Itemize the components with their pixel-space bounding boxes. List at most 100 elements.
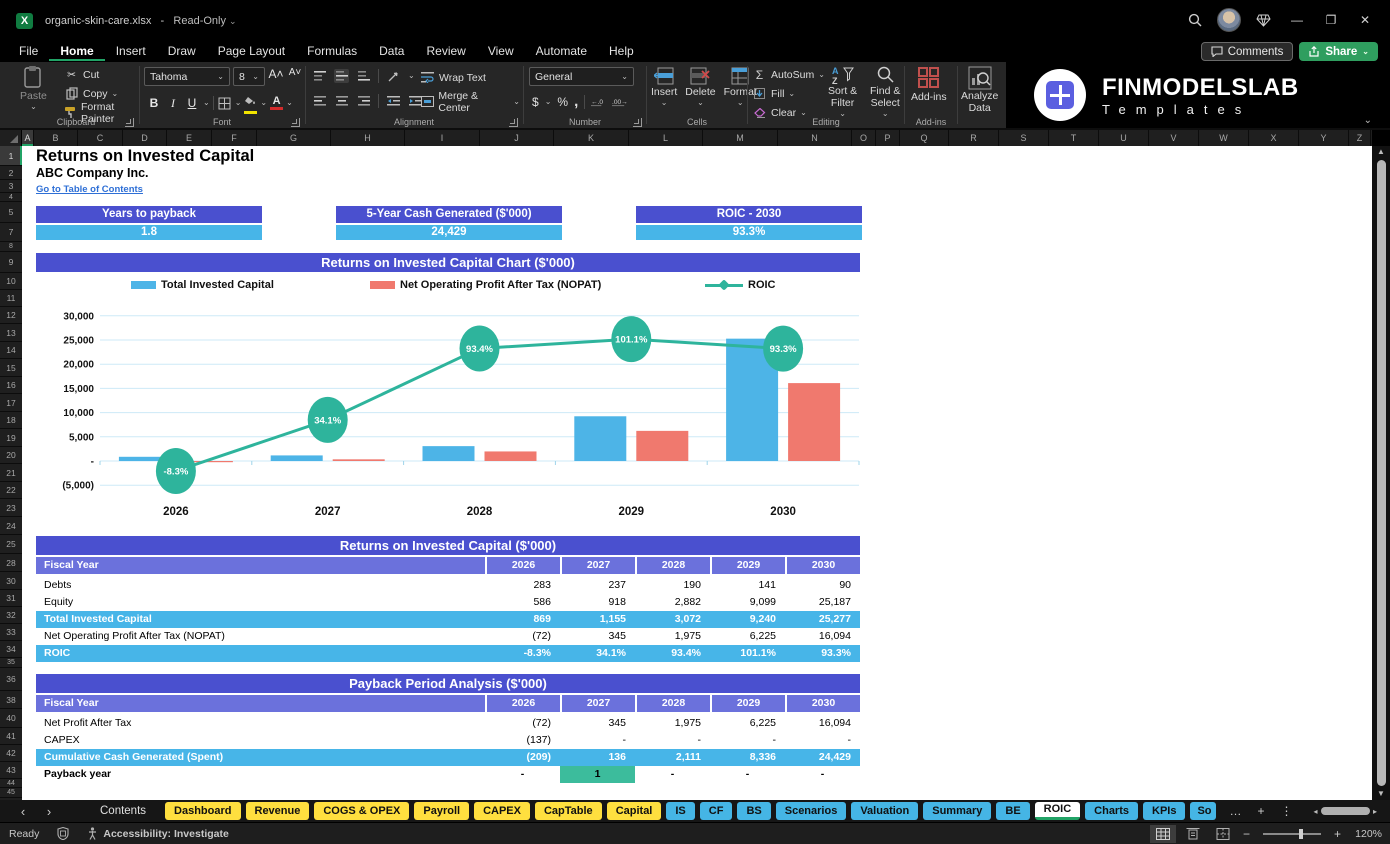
currency-button[interactable]: $ — [532, 95, 539, 109]
table-header-year[interactable]: 2027 — [560, 557, 635, 574]
sheet-tab-roic[interactable]: ROIC — [1034, 802, 1081, 820]
column-header-U[interactable]: U — [1099, 130, 1149, 146]
table-header-year[interactable]: 2026 — [485, 557, 560, 574]
table-header-year[interactable]: 2029 — [710, 695, 785, 712]
row-header-23[interactable]: 23 — [0, 499, 22, 517]
table-header-year[interactable]: 2027 — [560, 695, 635, 712]
row-header-12[interactable]: 12 — [0, 307, 22, 324]
cell[interactable]: 24,429 — [785, 749, 860, 766]
autosum-button[interactable]: Σ AutoSum ⌄ — [752, 66, 825, 83]
cell[interactable]: 283 — [485, 577, 560, 594]
menu-data[interactable]: Data — [368, 41, 415, 61]
trust-shield-icon[interactable] — [48, 827, 78, 840]
column-header-I[interactable]: I — [405, 130, 480, 146]
cell[interactable]: 1 — [560, 766, 635, 783]
increase-font-icon[interactable]: A˄ — [268, 67, 284, 86]
analyze-data-button[interactable]: Analyze Data — [961, 66, 998, 114]
zoom-in-button[interactable]: + — [1331, 827, 1344, 841]
cell[interactable]: -8.3% — [485, 645, 560, 662]
cell[interactable]: 345 — [560, 628, 635, 645]
decrease-font-icon[interactable]: A˅ — [287, 67, 303, 86]
underline-button[interactable]: U — [184, 96, 200, 110]
scroll-left-icon[interactable]: ◂ — [1310, 807, 1320, 816]
sheet-tab-charts[interactable]: Charts — [1085, 802, 1138, 820]
bold-button[interactable]: B — [146, 96, 162, 110]
column-header-G[interactable]: G — [257, 130, 331, 146]
horizontal-scrollbar[interactable]: ◂ ▸ — [1310, 805, 1380, 817]
align-left-icon[interactable] — [312, 94, 327, 108]
row-header-30[interactable]: 30 — [0, 572, 22, 590]
row-header-25[interactable]: 25 — [0, 535, 22, 554]
sheet-tab-capital[interactable]: Capital — [606, 802, 662, 820]
align-bottom-icon[interactable] — [356, 69, 371, 83]
row-header-42[interactable]: 42 — [0, 745, 22, 762]
insert-cells-button[interactable]: Insert ⌄ — [651, 67, 677, 107]
scroll-up-icon[interactable]: ▲ — [1377, 146, 1385, 158]
next-sheet-arrow[interactable]: › — [36, 804, 62, 819]
column-header-V[interactable]: V — [1149, 130, 1199, 146]
cell[interactable]: 1,155 — [560, 611, 635, 628]
row-header-19[interactable]: 19 — [0, 429, 22, 447]
column-header-Y[interactable]: Y — [1299, 130, 1349, 146]
row-header-7[interactable]: 7 — [0, 223, 22, 242]
cell[interactable]: 2,111 — [635, 749, 710, 766]
cell[interactable]: 8,336 — [710, 749, 785, 766]
menu-formulas[interactable]: Formulas — [296, 41, 368, 61]
scroll-right-icon[interactable]: ▸ — [1370, 807, 1380, 816]
chevron-down-icon[interactable]: ⌄ — [235, 99, 242, 107]
sheet-tab-contents[interactable]: Contents — [86, 802, 160, 820]
zoom-out-button[interactable]: − — [1240, 827, 1253, 841]
row-header-14[interactable]: 14 — [0, 342, 22, 359]
sheet-tab-bs[interactable]: BS — [737, 802, 771, 820]
column-header-W[interactable]: W — [1199, 130, 1249, 146]
cell[interactable]: - — [710, 732, 785, 749]
menu-insert[interactable]: Insert — [105, 41, 157, 61]
column-header-R[interactable]: R — [949, 130, 999, 146]
sheet-tab-dashboard[interactable]: Dashboard — [165, 802, 241, 820]
cell[interactable]: 136 — [560, 749, 635, 766]
row-label[interactable]: Net Profit After Tax — [36, 715, 485, 732]
column-header-L[interactable]: L — [629, 130, 703, 146]
cell[interactable]: 6,225 — [710, 715, 785, 732]
row-header-9[interactable]: 9 — [0, 252, 22, 273]
cell[interactable]: 9,099 — [710, 594, 785, 611]
row-header-40[interactable]: 40 — [0, 709, 22, 728]
column-header-B[interactable]: B — [34, 130, 78, 146]
row-header-24[interactable]: 24 — [0, 517, 22, 535]
decrease-decimal-icon[interactable]: .00→ — [612, 95, 627, 109]
cell[interactable]: - — [635, 766, 710, 783]
delete-cells-button[interactable]: Delete ⌄ — [685, 67, 716, 107]
cell[interactable]: 25,187 — [785, 594, 860, 611]
cell[interactable]: 6,225 — [710, 628, 785, 645]
row-header-15[interactable]: 15 — [0, 359, 22, 377]
percent-button[interactable]: % — [557, 95, 568, 109]
row-header-44[interactable]: 44 — [0, 779, 22, 788]
chevron-down-icon[interactable]: ⌄ — [286, 99, 293, 107]
cell[interactable]: (209) — [485, 749, 560, 766]
orientation-button[interactable] — [386, 69, 401, 83]
align-center-icon[interactable] — [334, 94, 349, 108]
cell[interactable]: 586 — [485, 594, 560, 611]
cell[interactable]: (72) — [485, 715, 560, 732]
new-sheet-button[interactable]: + — [1249, 804, 1272, 818]
row-header-21[interactable]: 21 — [0, 464, 22, 482]
row-header-45[interactable]: 45 — [0, 788, 22, 798]
kpi-value[interactable]: 93.3% — [636, 225, 862, 240]
sheet-tab-cf[interactable]: CF — [699, 802, 733, 820]
page-break-view-button[interactable] — [1210, 825, 1236, 843]
cell[interactable]: - — [560, 732, 635, 749]
align-right-icon[interactable] — [356, 94, 371, 108]
row-header-1[interactable]: 1 — [0, 146, 22, 166]
cell[interactable]: 3,072 — [635, 611, 710, 628]
table-header-year[interactable]: 2028 — [635, 557, 710, 574]
cell[interactable]: - — [785, 732, 860, 749]
more-sheets-icon[interactable]: … — [1221, 804, 1249, 818]
cell[interactable]: 141 — [710, 577, 785, 594]
table-header-label[interactable]: Fiscal Year — [36, 695, 485, 712]
cell[interactable]: 93.3% — [785, 645, 860, 662]
row-label[interactable]: Net Operating Profit After Tax (NOPAT) — [36, 628, 485, 645]
column-header-F[interactable]: F — [212, 130, 257, 146]
row-header-28[interactable]: 28 — [0, 554, 22, 572]
row-label[interactable]: Equity — [36, 594, 485, 611]
menu-automate[interactable]: Automate — [525, 41, 598, 61]
